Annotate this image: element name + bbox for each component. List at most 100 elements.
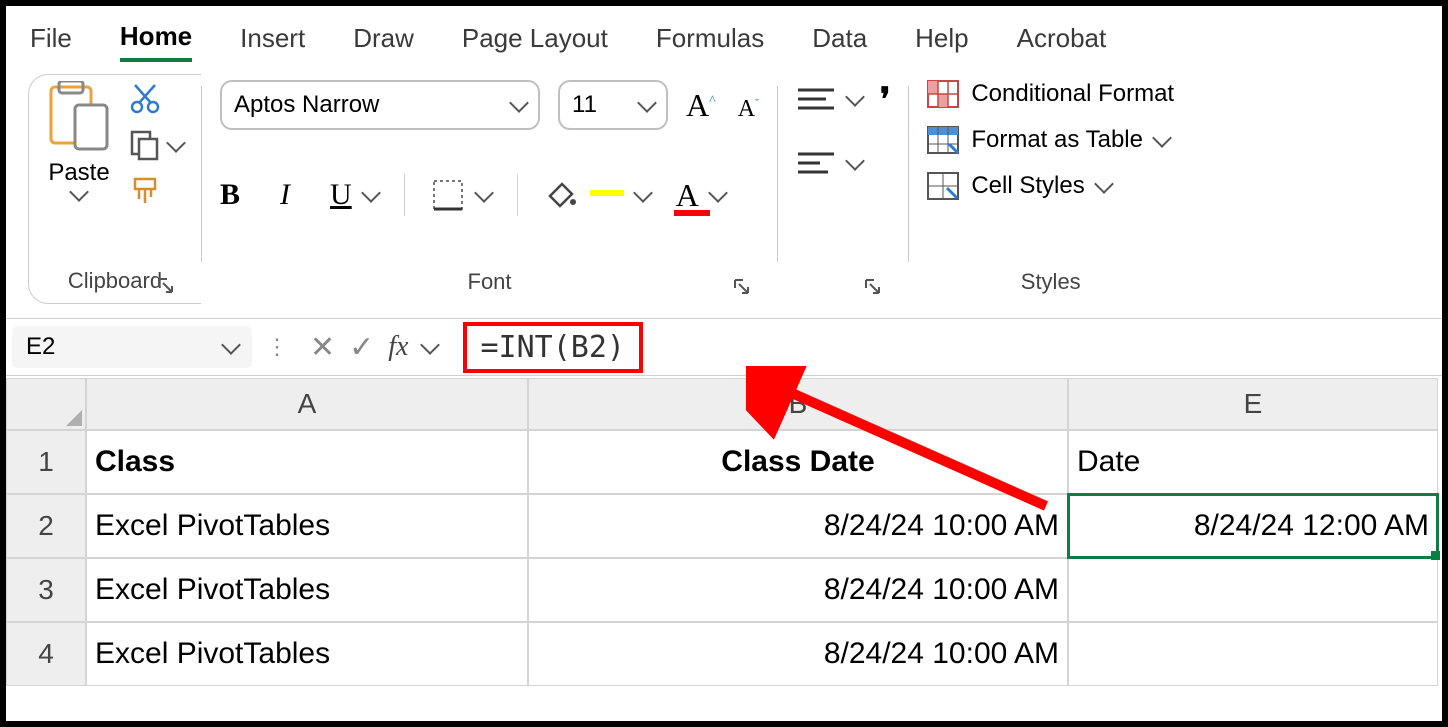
scissors-icon xyxy=(129,83,161,115)
align-lines-icon xyxy=(796,150,836,176)
select-all-corner[interactable] xyxy=(6,378,86,430)
cell-styles-button[interactable]: Cell Styles xyxy=(927,172,1110,200)
group-label-font: Font xyxy=(468,269,512,295)
decrease-font-size-button[interactable]: Aˇ xyxy=(738,96,759,123)
chevron-down-icon[interactable] xyxy=(708,183,728,203)
horizontal-align-button[interactable] xyxy=(796,150,862,176)
chevron-down-icon[interactable] xyxy=(509,93,529,113)
paintbrush-icon xyxy=(129,175,163,209)
underline-button[interactable]: U xyxy=(330,178,352,212)
increase-font-size-button[interactable]: A^ xyxy=(686,87,716,124)
bold-button[interactable]: B xyxy=(220,178,240,212)
cell-B2[interactable]: 8/24/24 10:00 AM xyxy=(528,494,1068,558)
format-as-table-label: Format as Table xyxy=(971,126,1143,154)
tab-draw[interactable]: Draw xyxy=(353,17,414,60)
dialog-launcher-icon[interactable] xyxy=(157,277,175,295)
format-as-table-icon xyxy=(927,126,959,154)
tab-home[interactable]: Home xyxy=(120,15,192,62)
font-size-combobox[interactable]: 11 xyxy=(558,80,668,130)
tab-help[interactable]: Help xyxy=(915,17,968,60)
chevron-down-icon[interactable] xyxy=(1152,128,1172,148)
cell-styles-icon xyxy=(927,172,959,200)
enter-formula-button[interactable]: ✓ xyxy=(349,330,374,365)
chevron-down-icon[interactable] xyxy=(633,183,653,203)
name-box[interactable]: E2 xyxy=(12,326,252,368)
format-painter-button[interactable] xyxy=(129,175,183,209)
paste-button[interactable]: Paste xyxy=(47,75,111,203)
tab-insert[interactable]: Insert xyxy=(240,17,305,60)
group-clipboard: Paste xyxy=(28,74,201,304)
chevron-down-icon[interactable] xyxy=(474,183,494,203)
group-styles: Conditional Format Format as Table xyxy=(909,74,1192,304)
fill-color-button[interactable] xyxy=(544,178,650,212)
tab-file[interactable]: File xyxy=(30,17,72,60)
copy-button[interactable] xyxy=(129,129,183,161)
vertical-align-button[interactable] xyxy=(796,86,862,112)
cell-E1[interactable]: Date xyxy=(1068,430,1438,494)
chevron-down-icon[interactable] xyxy=(361,183,381,203)
insert-function-button[interactable]: fx xyxy=(388,331,408,363)
align-lines-icon xyxy=(796,86,836,112)
cell-A2[interactable]: Excel PivotTables xyxy=(86,494,528,558)
tab-acrobat[interactable]: Acrobat xyxy=(1017,17,1107,60)
cell-E4[interactable] xyxy=(1068,622,1438,686)
cell-A1[interactable]: Class xyxy=(86,430,528,494)
group-label-clipboard: Clipboard xyxy=(68,268,162,294)
name-box-value: E2 xyxy=(26,333,55,361)
font-color-icon: A xyxy=(676,177,699,214)
chevron-down-icon[interactable] xyxy=(1094,174,1114,194)
chevron-down-icon[interactable] xyxy=(637,93,657,113)
chevron-down-icon[interactable] xyxy=(420,335,440,355)
paint-bucket-icon xyxy=(544,178,578,212)
font-name-value: Aptos Narrow xyxy=(234,91,379,119)
dialog-launcher-icon[interactable] xyxy=(864,278,882,296)
row-header-2[interactable]: 2 xyxy=(6,494,86,558)
cut-button[interactable] xyxy=(129,83,183,115)
formula-bar: E2 ⋮ ✕ ✓ fx =INT(B2) xyxy=(6,318,1442,376)
cell-B1[interactable]: Class Date xyxy=(528,430,1068,494)
cell-A3[interactable]: Excel PivotTables xyxy=(86,558,528,622)
group-alignment: ❜ xyxy=(778,74,908,304)
conditional-formatting-label: Conditional Format xyxy=(971,80,1174,108)
borders-button[interactable] xyxy=(431,178,491,212)
paste-icon xyxy=(47,81,111,155)
ribbon-tabs: File Home Insert Draw Page Layout Formul… xyxy=(6,6,1442,62)
font-name-combobox[interactable]: Aptos Narrow xyxy=(220,80,540,130)
font-size-value: 11 xyxy=(572,91,597,119)
conditional-formatting-button[interactable]: Conditional Format xyxy=(927,80,1174,108)
col-header-B[interactable]: B xyxy=(528,378,1068,430)
cell-A4[interactable]: Excel PivotTables xyxy=(86,622,528,686)
cell-B4[interactable]: 8/24/24 10:00 AM xyxy=(528,622,1068,686)
group-font: Aptos Narrow 11 A^ Aˇ B I U xyxy=(202,74,777,304)
chevron-down-icon[interactable] xyxy=(166,133,186,153)
cancel-formula-button[interactable]: ✕ xyxy=(310,330,335,365)
borders-icon xyxy=(431,178,465,212)
tab-page-layout[interactable]: Page Layout xyxy=(462,17,608,60)
chevron-down-icon[interactable] xyxy=(845,151,865,171)
font-color-button[interactable]: A xyxy=(676,177,725,214)
cell-E2[interactable]: 8/24/24 12:00 AM xyxy=(1068,494,1438,558)
group-label-styles: Styles xyxy=(1021,269,1081,295)
conditional-formatting-icon xyxy=(927,80,959,108)
copy-icon xyxy=(129,129,161,161)
handle-icon[interactable]: ⋮ xyxy=(266,334,288,360)
row-header-3[interactable]: 3 xyxy=(6,558,86,622)
tab-formulas[interactable]: Formulas xyxy=(656,17,764,60)
chevron-down-icon[interactable] xyxy=(845,87,865,107)
row-header-4[interactable]: 4 xyxy=(6,622,86,686)
col-header-A[interactable]: A xyxy=(86,378,528,430)
worksheet-grid[interactable]: A B E 1 Class Class Date Date 2 Excel Pi… xyxy=(6,378,1442,686)
cell-E3[interactable] xyxy=(1068,558,1438,622)
format-as-table-button[interactable]: Format as Table xyxy=(927,126,1169,154)
formula-input[interactable]: =INT(B2) xyxy=(463,322,644,373)
dialog-launcher-icon[interactable] xyxy=(733,278,751,296)
italic-button[interactable]: I xyxy=(280,178,290,212)
ribbon: Paste xyxy=(6,72,1442,304)
col-header-E[interactable]: E xyxy=(1068,378,1438,430)
cell-styles-label: Cell Styles xyxy=(971,172,1084,200)
chevron-down-icon[interactable] xyxy=(221,335,241,355)
tab-data[interactable]: Data xyxy=(812,17,867,60)
wrap-text-button[interactable]: ❜ xyxy=(880,80,890,118)
row-header-1[interactable]: 1 xyxy=(6,430,86,494)
cell-B3[interactable]: 8/24/24 10:00 AM xyxy=(528,558,1068,622)
